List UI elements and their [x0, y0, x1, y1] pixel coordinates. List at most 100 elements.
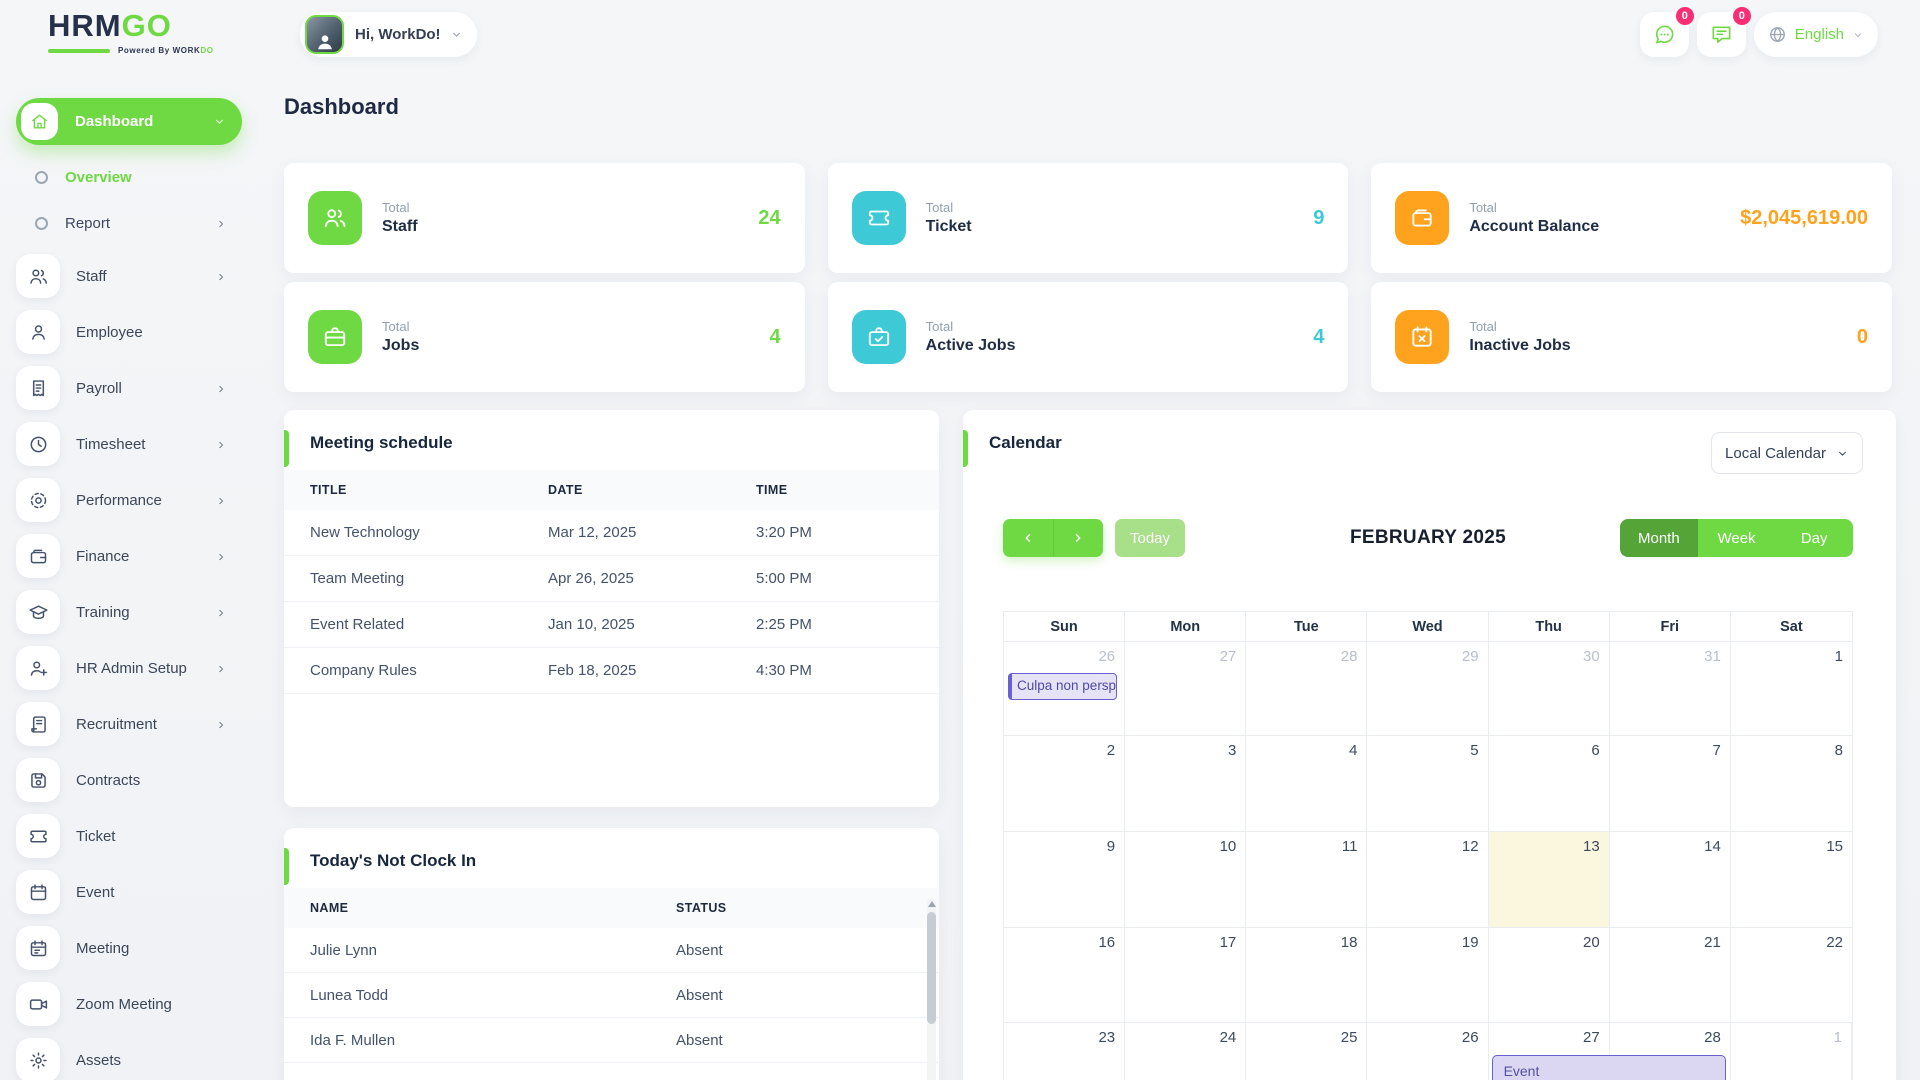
- sidebar-item-event[interactable]: Event: [16, 864, 242, 920]
- sidebar-item-overview[interactable]: Overview: [16, 154, 242, 200]
- calendar-day[interactable]: 14: [1610, 832, 1731, 928]
- column-header: STATUS: [676, 888, 939, 928]
- calendar-day[interactable]: 12: [1367, 832, 1488, 928]
- sidebar-item-training[interactable]: Training: [16, 584, 242, 640]
- calendar-day[interactable]: 21: [1610, 928, 1731, 1023]
- calendar-day[interactable]: 26: [1367, 1023, 1488, 1080]
- sidebar-item-payroll[interactable]: Payroll: [16, 360, 242, 416]
- calendar-day[interactable]: 16: [1004, 928, 1125, 1023]
- user-icon: [16, 310, 60, 354]
- day-number: 12: [1462, 838, 1479, 855]
- calendar-day[interactable]: 25: [1246, 1023, 1367, 1080]
- sidebar-item-staff[interactable]: Staff: [16, 248, 242, 304]
- calendar-day[interactable]: 30: [1489, 642, 1610, 736]
- sidebar-item-label: Contracts: [76, 772, 140, 789]
- stat-value: 4: [770, 326, 781, 349]
- scroll-up-arrow[interactable]: [928, 901, 936, 907]
- calendar-day[interactable]: 3: [1125, 736, 1246, 832]
- sidebar-item-ticket[interactable]: Ticket: [16, 808, 242, 864]
- calendar-event[interactable]: Event: [1492, 1055, 1726, 1080]
- table-cell: Mar 12, 2025: [548, 510, 756, 556]
- not-clock-in-panel: Today's Not Clock In NAMESTATUS Julie Ly…: [284, 828, 939, 1080]
- sidebar-item-contracts[interactable]: Contracts: [16, 752, 242, 808]
- calendar-day[interactable]: 4: [1246, 736, 1367, 832]
- calendar-day-today[interactable]: 13: [1489, 832, 1610, 928]
- users-icon: [308, 191, 362, 245]
- sidebar-item-label: Ticket: [76, 828, 115, 845]
- logo-tagline: Powered By WORKDO: [48, 46, 258, 55]
- day-number: 10: [1220, 838, 1237, 855]
- calendar-day[interactable]: 15: [1731, 832, 1852, 928]
- table-cell: 2:25 PM: [756, 602, 939, 648]
- calendar-day[interactable]: 10: [1125, 832, 1246, 928]
- table-cell: 5:00 PM: [756, 556, 939, 602]
- calendar-source-select[interactable]: Local Calendar: [1711, 432, 1863, 474]
- calendar-day[interactable]: 23: [1004, 1023, 1125, 1080]
- sidebar-item-recruitment[interactable]: Recruitment: [16, 696, 242, 752]
- calendar-day[interactable]: 2: [1004, 736, 1125, 832]
- calendar-day[interactable]: 24: [1125, 1023, 1246, 1080]
- day-number: 27: [1220, 648, 1237, 665]
- target-icon: [16, 478, 60, 522]
- day-header: Sun: [1004, 612, 1125, 641]
- table-cell: Jan 10, 2025: [548, 602, 756, 648]
- calendar-day[interactable]: 19: [1367, 928, 1488, 1023]
- notification-message-icon: [1710, 23, 1733, 46]
- sidebar-item-meeting[interactable]: Meeting: [16, 920, 242, 976]
- sidebar-item-employee[interactable]: Employee: [16, 304, 242, 360]
- calendar-day[interactable]: 22: [1731, 928, 1852, 1023]
- calendar-day[interactable]: 20: [1489, 928, 1610, 1023]
- stat-label: Ticket: [926, 218, 972, 236]
- graduation-cap-icon: [16, 590, 60, 634]
- day-number: 26: [1098, 648, 1115, 665]
- calendar-icon: [16, 870, 60, 914]
- sidebar-item-assets[interactable]: Assets: [16, 1032, 242, 1080]
- calendar-day[interactable]: 11: [1246, 832, 1367, 928]
- calendar-day[interactable]: 29: [1367, 642, 1488, 736]
- sidebar-item-hr-admin-setup[interactable]: HR Admin Setup: [16, 640, 242, 696]
- sidebar-item-dashboard[interactable]: Dashboard: [16, 98, 242, 145]
- sidebar-item-report[interactable]: Report: [16, 200, 242, 246]
- calendar-day[interactable]: 8: [1731, 736, 1852, 832]
- sidebar-item-label: Payroll: [76, 380, 122, 397]
- day-number: 20: [1583, 934, 1600, 951]
- calendar-day[interactable]: 31: [1610, 642, 1731, 736]
- calendar-day[interactable]: 7: [1610, 736, 1731, 832]
- sidebar-item-finance[interactable]: Finance: [16, 528, 242, 584]
- calendar-day[interactable]: 6: [1489, 736, 1610, 832]
- calendar-day[interactable]: 9: [1004, 832, 1125, 928]
- calendar-day[interactable]: 28: [1246, 642, 1367, 736]
- day-header: Fri: [1610, 612, 1731, 641]
- logo-text: HRMGO: [48, 10, 258, 41]
- stat-value: $2,045,619.00: [1740, 207, 1868, 230]
- sidebar-item-timesheet[interactable]: Timesheet: [16, 416, 242, 472]
- meeting-schedule-table: TITLEDATETIME New TechnologyMar 12, 2025…: [284, 470, 939, 694]
- day-number: 16: [1098, 934, 1115, 951]
- scrollbar[interactable]: [927, 898, 936, 1080]
- messages-button[interactable]: 0: [1640, 12, 1689, 57]
- calendar-week-row: 26 Culpa non persp 27 282930311: [1004, 642, 1852, 736]
- chevron-right-icon: [215, 606, 227, 618]
- day-number: 25: [1341, 1029, 1358, 1046]
- calendar-day[interactable]: 1: [1731, 642, 1852, 736]
- calendar-day[interactable]: 18: [1246, 928, 1367, 1023]
- chevron-down-icon: [1836, 447, 1849, 460]
- chevron-right-icon: [215, 718, 227, 730]
- language-label: English: [1795, 26, 1844, 43]
- calendar-day[interactable]: 17: [1125, 928, 1246, 1023]
- notifications-button[interactable]: 0: [1697, 12, 1746, 57]
- sidebar-item-zoom-meeting[interactable]: Zoom Meeting: [16, 976, 242, 1032]
- calendar-day[interactable]: 27: [1125, 642, 1246, 736]
- table-row: Lunea ToddAbsent: [284, 973, 939, 1018]
- calendar-day[interactable]: 26 Culpa non persp: [1004, 642, 1125, 736]
- day-header: Tue: [1246, 612, 1367, 641]
- calendar-day[interactable]: 1: [1731, 1023, 1852, 1080]
- user-menu[interactable]: Hi, WorkDo!: [300, 12, 477, 57]
- sidebar-item-performance[interactable]: Performance: [16, 472, 242, 528]
- calendar-month-title: FEBRUARY 2025: [1003, 527, 1853, 549]
- calendar-day[interactable]: 5: [1367, 736, 1488, 832]
- calendar-event[interactable]: Culpa non persp: [1008, 673, 1117, 700]
- scrollbar-thumb[interactable]: [927, 912, 936, 1024]
- bullet-icon: [35, 217, 48, 230]
- language-selector[interactable]: English: [1754, 12, 1878, 57]
